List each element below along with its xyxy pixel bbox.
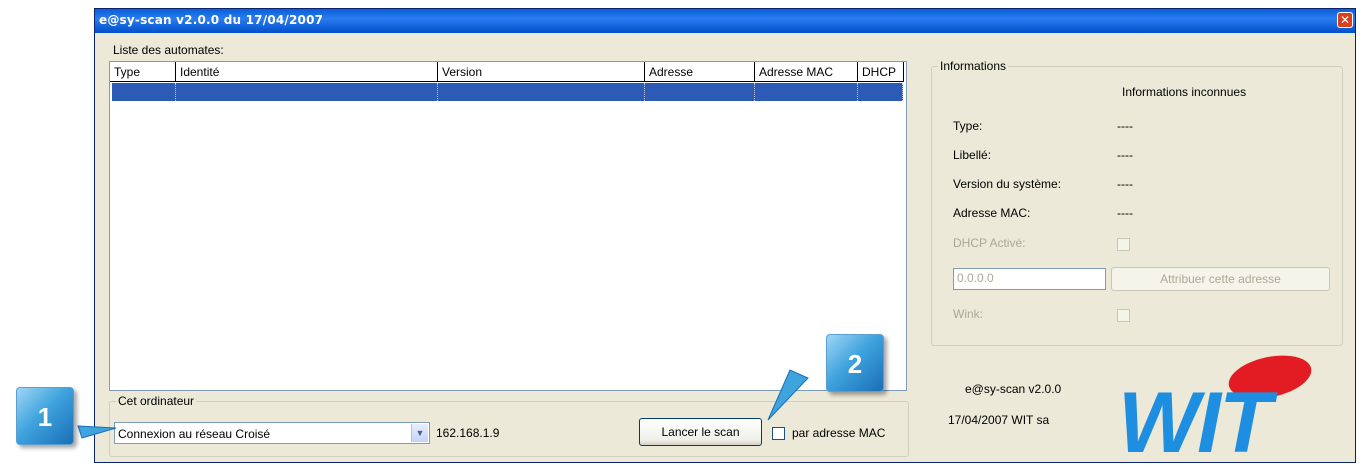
callout-pointers [77, 369, 809, 439]
callout-1-pointer [77, 425, 117, 439]
callout-1-badge: 1 [16, 387, 74, 445]
callout-2-pointer [767, 369, 809, 421]
callout-2-badge: 2 [826, 334, 884, 392]
